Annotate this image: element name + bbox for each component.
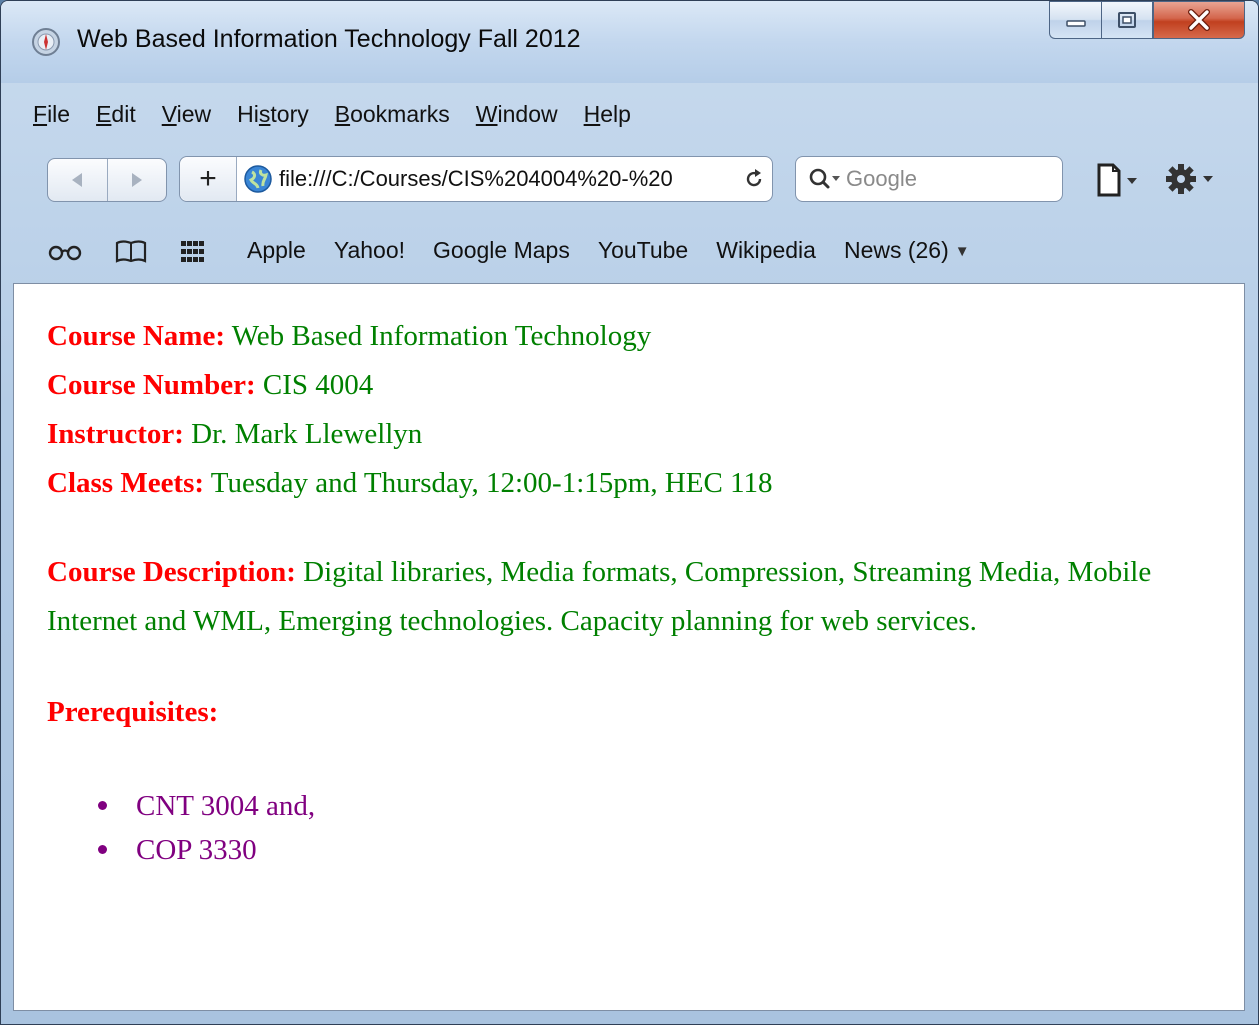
- bookmark-wikipedia[interactable]: Wikipedia: [716, 237, 816, 264]
- back-arrow-icon: [72, 173, 83, 187]
- gear-icon: [1166, 164, 1213, 194]
- prerequisites-heading: Prerequisites:: [47, 696, 218, 729]
- menu-history-label: tory: [270, 101, 309, 127]
- dropdown-arrow-icon: ▼: [954, 243, 970, 261]
- instructor-label: Instructor:: [47, 418, 184, 450]
- title-bar[interactable]: Web Based Information Technology Fall 20…: [1, 1, 1258, 83]
- page-menu-button[interactable]: [1095, 161, 1143, 199]
- window-title: Web Based Information Technology Fall 20…: [77, 25, 581, 53]
- menu-bookmarks-label: ookmarks: [350, 101, 450, 127]
- url-text[interactable]: file:///C:/Courses/CIS%204004%20-%20: [279, 166, 736, 192]
- close-button[interactable]: [1153, 1, 1245, 39]
- browser-window: Web Based Information Technology Fall 20…: [0, 0, 1259, 1025]
- search-input[interactable]: [844, 165, 1038, 193]
- class-meets-line: Class Meets: Tuesday and Thursday, 12:00…: [47, 459, 773, 508]
- menu-view-label: iew: [176, 101, 212, 127]
- course-name-line: Course Name: Web Based Information Techn…: [47, 312, 773, 361]
- menu-window-label: indow: [497, 101, 558, 127]
- menu-bookmarks[interactable]: Bookmarks: [335, 101, 450, 128]
- back-forward-group: [47, 158, 167, 202]
- reload-button[interactable]: [736, 168, 772, 190]
- bookmark-links: Apple Yahoo! Google Maps YouTube Wikiped…: [247, 237, 998, 264]
- top-sites-grid-icon[interactable]: [181, 241, 205, 263]
- bookmarks-book-icon[interactable]: [115, 239, 147, 265]
- address-bar[interactable]: + file:///C:/Courses/CIS%204004%20-%20: [179, 156, 773, 202]
- course-info: Course Name: Web Based Information Techn…: [47, 312, 773, 508]
- menu-window-accel: W: [475, 101, 498, 127]
- course-number-label: Course Number:: [47, 369, 256, 401]
- menu-edit-accel: E: [96, 101, 112, 127]
- class-meets-value: Tuesday and Thursday, 12:00-1:15pm, HEC …: [210, 467, 773, 499]
- forward-button[interactable]: [106, 159, 167, 201]
- menu-edit-label: dit: [111, 101, 136, 127]
- navigation-toolbar: + file:///C:/Courses/CIS%204004%20-%20: [1, 151, 1258, 221]
- course-name-value: Web Based Information Technology: [231, 320, 652, 352]
- course-description: Course Description: Digital libraries, M…: [47, 548, 1222, 646]
- menu-help[interactable]: Help: [584, 101, 631, 128]
- menu-view[interactable]: View: [162, 101, 211, 128]
- plus-icon: +: [199, 162, 217, 195]
- minimize-icon: [1065, 20, 1086, 27]
- search-box[interactable]: [795, 156, 1063, 202]
- prerequisites-label: Prerequisites:: [47, 696, 219, 728]
- menu-window[interactable]: Window: [476, 101, 558, 128]
- back-button[interactable]: [48, 159, 107, 201]
- window-controls: [1049, 1, 1245, 41]
- menu-edit[interactable]: Edit: [96, 101, 136, 128]
- add-bookmark-button[interactable]: +: [180, 157, 237, 201]
- page-content: Course Name: Web Based Information Techn…: [13, 283, 1245, 1011]
- course-number-value: CIS 4004: [262, 369, 374, 401]
- close-icon: [1188, 9, 1210, 31]
- search-icon: [809, 168, 840, 189]
- menu-help-label: elp: [600, 101, 631, 127]
- safari-compass-icon: [32, 28, 60, 56]
- menu-bookmarks-accel: B: [334, 101, 351, 127]
- course-name-label: Course Name:: [47, 320, 225, 352]
- bookmark-news-label: News (26): [843, 237, 949, 263]
- menu-file[interactable]: File: [33, 101, 70, 128]
- instructor-line: Instructor: Dr. Mark Llewellyn: [47, 410, 773, 459]
- menu-bar: File Edit View History Bookmarks Window …: [33, 101, 657, 128]
- instructor-value: Dr. Mark Llewellyn: [191, 418, 423, 450]
- reload-icon: [746, 169, 762, 187]
- course-description-label: Course Description:: [47, 556, 296, 588]
- prerequisites-list: CNT 3004 and, COP 3330: [94, 784, 315, 872]
- maximize-button[interactable]: [1101, 1, 1153, 39]
- menu-help-accel: H: [583, 101, 601, 127]
- bookmark-google-maps[interactable]: Google Maps: [433, 237, 570, 264]
- menu-history-accel: s: [258, 101, 271, 127]
- maximize-icon: [1118, 12, 1136, 28]
- minimize-button[interactable]: [1049, 1, 1101, 39]
- course-number-line: Course Number: CIS 4004: [47, 361, 773, 410]
- menu-file-label: ile: [47, 101, 71, 127]
- forward-arrow-icon: [131, 173, 142, 187]
- bookmark-apple[interactable]: Apple: [247, 237, 306, 264]
- page-icon: [1097, 163, 1137, 197]
- menu-history[interactable]: History: [237, 101, 309, 128]
- menu-history-pre: Hi: [237, 101, 259, 127]
- reading-list-icon[interactable]: [47, 239, 83, 263]
- class-meets-label: Class Meets:: [47, 467, 205, 499]
- bookmark-yahoo[interactable]: Yahoo!: [334, 237, 405, 264]
- globe-icon: [244, 165, 272, 193]
- bookmarks-bar: Apple Yahoo! Google Maps YouTube Wikiped…: [1, 223, 1258, 281]
- bookmark-news-folder[interactable]: News (26) ▼: [844, 237, 970, 264]
- list-item: COP 3330: [94, 828, 315, 872]
- list-item: CNT 3004 and,: [94, 784, 315, 828]
- menu-file-accel: F: [33, 101, 48, 127]
- menu-view-accel: V: [161, 101, 177, 127]
- settings-menu-button[interactable]: [1161, 159, 1221, 199]
- bookmark-youtube[interactable]: YouTube: [598, 237, 688, 264]
